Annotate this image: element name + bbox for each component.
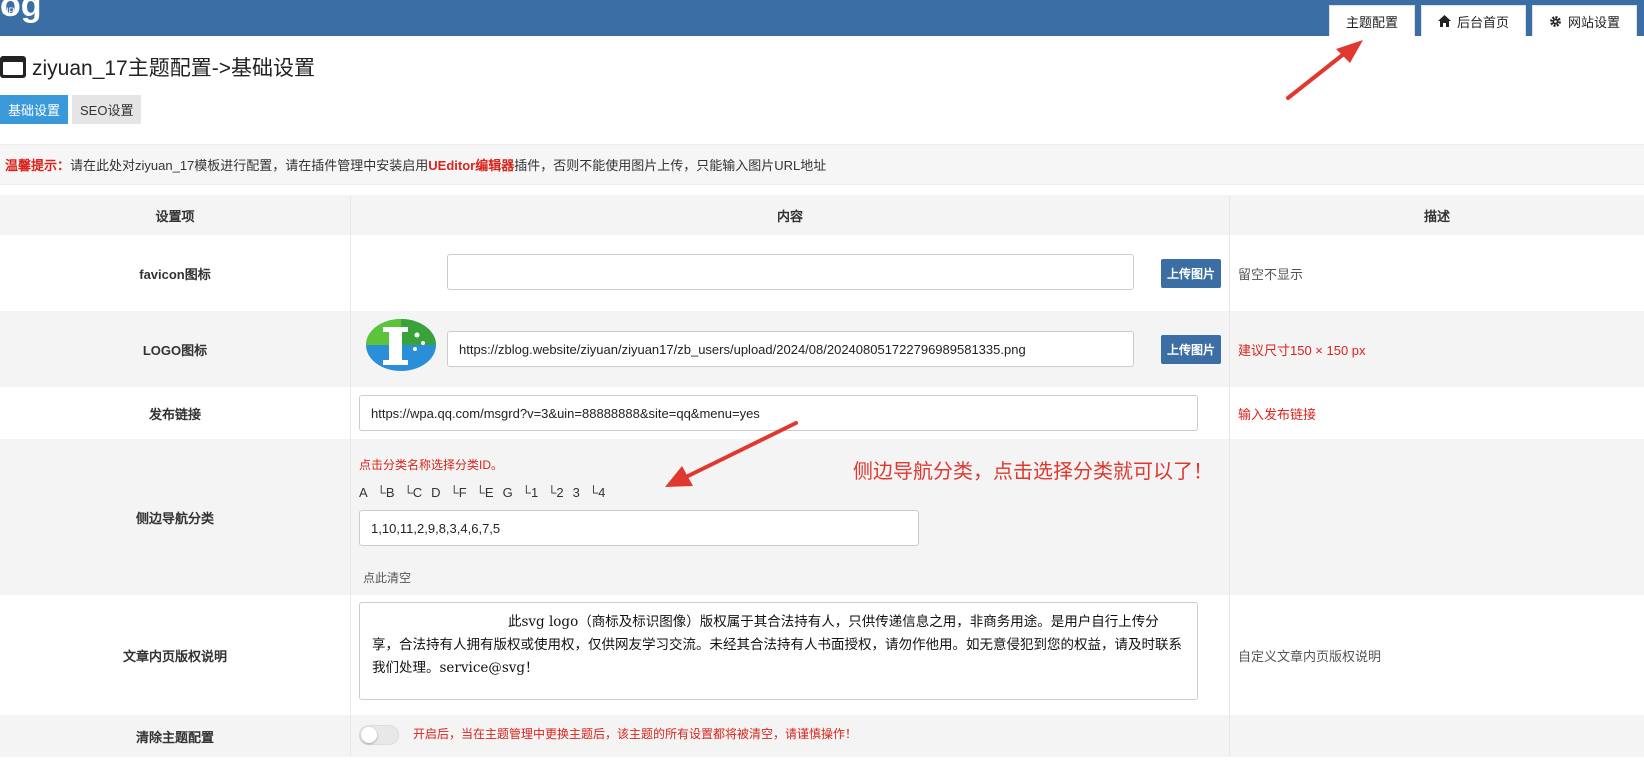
favicon-description: 留空不显示 <box>1238 266 1304 282</box>
category-item[interactable]: └1 <box>522 485 538 500</box>
publish-link-label: 发布链接 <box>148 406 201 422</box>
window-icon <box>0 56 26 78</box>
category-item[interactable]: A <box>359 485 368 500</box>
side-nav-ids-input[interactable]: 1,10,11,2,9,8,3,4,6,7,5 <box>359 510 919 546</box>
header-description: 描述 <box>1423 208 1450 224</box>
notice-prefix: 温馨提示： <box>5 158 71 173</box>
category-list: A └B └C D └F └E G └1 └2 3 └4 <box>359 485 614 500</box>
table-row-logo: LOGO图标 https://zblog.website/ziyuan/ziyu… <box>0 311 1644 387</box>
clear-link[interactable]: 点此清空 <box>363 569 411 586</box>
notice-bar: 温馨提示： 请在此处对ziyuan_17模板进行配置，请在插件管理中安装启用 U… <box>0 144 1644 185</box>
category-item[interactable]: └C <box>404 485 423 500</box>
brand-logo-sub: HP <box>2 6 15 16</box>
logo-description: 建议尺寸150 × 150 px <box>1238 342 1366 358</box>
gear-icon <box>1550 15 1561 27</box>
category-item[interactable]: G <box>503 485 513 500</box>
side-nav-hint: 点击分类名称选择分类ID。 <box>359 458 504 472</box>
header-setting: 设置项 <box>155 208 195 224</box>
reset-label: 清除主题配置 <box>135 729 214 745</box>
copyright-content: 此svg logo（商标及标识图像）版权属于其合法持有人，只供传递信息之用，非商… <box>350 595 1230 715</box>
side-nav-description <box>1230 439 1644 595</box>
arrow-to-theme-config <box>1286 40 1363 100</box>
notice-text-1: 请在此处对ziyuan_17模板进行配置，请在插件管理中安装启用 <box>70 158 429 173</box>
tab-admin-home[interactable]: 后台首页 <box>1420 5 1526 36</box>
publish-link-content: https://wpa.qq.com/msgrd?v=3&uin=8888888… <box>350 387 1230 439</box>
settings-tabs: 基础设置 SEO设置 <box>0 95 142 124</box>
reset-content: 开启后，当在主题管理中更换主题后，该主题的所有设置都将被清空，请谨慎操作！ <box>350 715 1230 757</box>
category-item[interactable]: └B <box>377 485 395 500</box>
logo-label: LOGO图标 <box>142 342 208 358</box>
copyright-label: 文章内页版权说明 <box>122 648 227 664</box>
copyright-textarea[interactable]: 此svg logo（商标及标识图像）版权属于其合法持有人，只供传递信息之用，非商… <box>359 602 1198 700</box>
reset-warning: 开启后，当在主题管理中更换主题后，该主题的所有设置都将被清空，请谨慎操作！ <box>413 727 858 741</box>
table-row-favicon: favicon图标 上传图片 留空不显示 <box>0 235 1644 311</box>
table-row-copyright: 文章内页版权说明 此svg logo（商标及标识图像）版权属于其合法持有人，只供… <box>0 595 1644 715</box>
tab-site-settings-label: 网站设置 <box>1567 14 1620 30</box>
logo-content: https://zblog.website/ziyuan/ziyuan17/zb… <box>350 311 1230 387</box>
category-item[interactable]: └2 <box>547 485 563 500</box>
notice-text-2: 插件，否则不能使用图片上传，只能输入图片URL地址 <box>514 158 827 173</box>
logo-url-input[interactable]: https://zblog.website/ziyuan/ziyuan17/zb… <box>447 331 1134 367</box>
home-icon <box>1437 15 1451 27</box>
tab-theme-config[interactable]: 主题配置 <box>1328 5 1415 36</box>
category-item[interactable]: D <box>431 485 440 500</box>
logo-upload-button[interactable]: 上传图片 <box>1161 335 1221 364</box>
category-item[interactable]: └F <box>450 485 467 500</box>
favicon-content: 上传图片 <box>350 235 1230 311</box>
reset-description <box>1230 715 1644 757</box>
publish-link-input[interactable]: https://wpa.qq.com/msgrd?v=3&uin=8888888… <box>359 395 1198 431</box>
reset-toggle[interactable] <box>359 725 399 745</box>
side-nav-label: 侧边导航分类 <box>135 510 214 526</box>
copyright-text: 此svg logo（商标及标识图像）版权属于其合法持有人，只供传递信息之用，非商… <box>372 614 1182 676</box>
top-nav: 主题配置 后台首页 网站设置 <box>1328 5 1637 36</box>
logo-preview-image <box>366 319 436 371</box>
publish-link-description: 输入发布链接 <box>1238 406 1317 422</box>
favicon-input[interactable] <box>447 254 1134 290</box>
category-item[interactable]: └4 <box>589 485 605 500</box>
table-row-side-nav: 侧边导航分类 点击分类名称选择分类ID。 A └B └C D └F └E G └… <box>0 439 1644 595</box>
table-row-reset: 清除主题配置 开启后，当在主题管理中更换主题后，该主题的所有设置都将被清空，请谨… <box>0 715 1644 757</box>
notice-highlight: UEditor编辑器 <box>428 158 515 173</box>
category-item[interactable]: └E <box>476 485 494 500</box>
header-content: 内容 <box>350 195 1230 235</box>
tab-site-settings[interactable]: 网站设置 <box>1531 5 1637 36</box>
favicon-label: favicon图标 <box>139 266 211 282</box>
favicon-upload-button[interactable]: 上传图片 <box>1161 259 1221 288</box>
copyright-description: 自定义文章内页版权说明 <box>1238 648 1382 664</box>
top-bar: og HP 主题配置 后台首页 网站设置 <box>0 0 1644 36</box>
table-row-publish-link: 发布链接 https://wpa.qq.com/msgrd?v=3&uin=88… <box>0 387 1644 439</box>
page-header: ziyuan_17主题配置->基础设置 <box>0 52 315 82</box>
tab-basic-settings[interactable]: 基础设置 <box>0 95 69 124</box>
category-item[interactable]: 3 <box>573 485 580 500</box>
table-header-row: 设置项 内容 描述 <box>0 195 1644 235</box>
annotation-text: 侧边导航分类，点击选择分类就可以了！ <box>853 459 1213 483</box>
tab-theme-config-label: 主题配置 <box>1345 14 1398 30</box>
tab-seo-settings[interactable]: SEO设置 <box>72 95 142 124</box>
tab-admin-home-label: 后台首页 <box>1456 14 1509 30</box>
page-title: ziyuan_17主题配置->基础设置 <box>32 57 315 80</box>
